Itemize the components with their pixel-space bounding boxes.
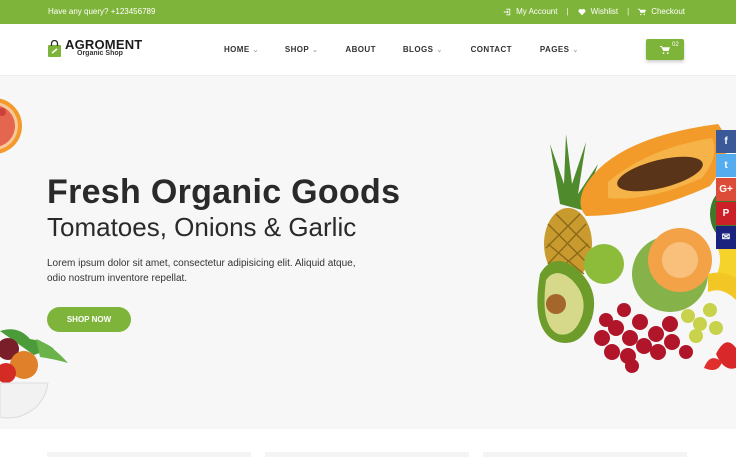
chevron-down-icon: ⌄ [436,46,443,54]
logo[interactable]: AGROMENT Organic Shop [47,37,143,58]
chevron-down-icon: ⌄ [312,46,319,54]
separator: | [566,7,569,16]
pinterest-icon[interactable]: P [716,202,736,225]
sign-in-icon [503,8,511,15]
main-nav: HOME ⌄ SHOP ⌄ ABOUT BLOGS ⌄ CONTACT PAGE… [224,45,579,54]
hero-title: Fresh Organic Goods [47,173,401,211]
feature-card [265,452,469,457]
cart-count: 02 [672,42,679,48]
cart-button[interactable]: 02 [646,39,684,60]
checkout-link[interactable]: Checkout [638,7,685,16]
heart-icon [578,8,586,15]
chevron-down-icon: ⌄ [572,46,579,54]
shopping-bag-icon [48,39,61,57]
feature-card [483,452,687,457]
wishlist-link[interactable]: Wishlist [578,7,618,16]
nav-shop[interactable]: SHOP ⌄ [285,45,319,54]
email-icon[interactable]: ✉ [716,226,736,249]
shop-now-button[interactable]: SHOP NOW [47,307,131,332]
hero-subtitle: Tomatoes, Onions & Garlic [47,212,357,242]
grapefruit-image [0,98,22,154]
cart-icon [660,46,670,54]
google-plus-icon[interactable]: G+ [716,178,736,201]
nav-pages[interactable]: PAGES ⌄ [540,45,579,54]
nav-blogs[interactable]: BLOGS ⌄ [403,45,443,54]
chevron-down-icon: ⌄ [252,46,259,54]
features-section [0,429,736,457]
fruit-arrangement-image [537,124,736,373]
contact-query: Have any query? +123456789 [48,7,156,16]
top-links: My Account | Wishlist | Checkout [503,7,685,16]
nav-home[interactable]: HOME ⌄ [224,45,259,54]
feature-card [47,452,251,457]
cart-icon [638,8,647,15]
salad-bowl-image [0,329,68,419]
logo-name: AGROMENT [65,37,143,52]
header: AGROMENT Organic Shop HOME ⌄ SHOP ⌄ ABOU… [0,24,736,76]
hero-description: Lorem ipsum dolor sit amet, consectetur … [47,258,356,284]
top-bar: Have any query? +123456789 My Account | … [0,0,736,24]
facebook-icon[interactable]: f [716,130,736,153]
separator: | [627,7,630,16]
twitter-icon[interactable]: t [716,154,736,177]
nav-about[interactable]: ABOUT [345,45,375,54]
my-account-link[interactable]: My Account [503,7,557,16]
social-sidebar: f t G+ P ✉ [716,130,736,250]
nav-contact[interactable]: CONTACT [471,45,512,54]
hero-banner: Fresh Organic Goods Tomatoes, Onions & G… [0,76,736,429]
